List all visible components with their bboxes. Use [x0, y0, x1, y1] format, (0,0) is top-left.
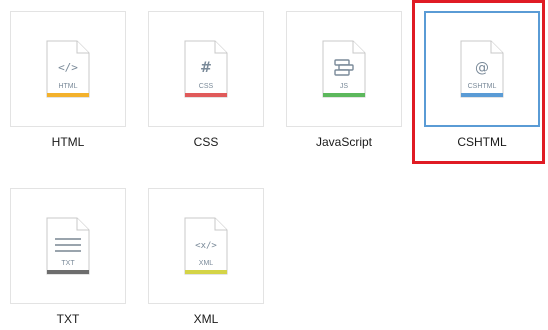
js-tag: JS [340, 83, 349, 90]
template-tile-frame-selected: @ CSHTML [424, 11, 540, 127]
css-glyph: # [200, 60, 212, 76]
js-stripe [323, 93, 365, 97]
template-label-javascript: JavaScript [315, 135, 373, 149]
template-tile-frame: JS [286, 11, 402, 127]
template-label-xml: XML [193, 312, 219, 326]
html-file-icon: </> HTML [46, 40, 90, 98]
txt-tag: TXT [61, 260, 75, 267]
cshtml-glyph: @ [475, 60, 489, 76]
html-stripe [47, 93, 89, 97]
template-label-txt: TXT [56, 312, 80, 326]
file-template-grid: </> HTML HTML # CSS CSS JS JavaScript @ … [0, 0, 548, 330]
txt-file-icon: TXT [46, 217, 90, 275]
template-tile-frame: TXT [10, 188, 126, 304]
txt-stripe [47, 270, 89, 274]
template-label-cshtml: CSHTML [457, 135, 507, 149]
html-tag: HTML [58, 83, 77, 90]
css-file-icon: # CSS [184, 40, 228, 98]
cshtml-file-icon: @ CSHTML [460, 40, 504, 98]
html-glyph: </> [58, 61, 78, 74]
css-stripe [185, 93, 227, 97]
xml-glyph: <x/> [195, 241, 217, 251]
xml-file-icon: <x/> XML [184, 217, 228, 275]
template-tile-cshtml[interactable]: @ CSHTML CSHTML [424, 11, 540, 149]
template-label-css: CSS [193, 135, 219, 149]
template-tile-frame: </> HTML [10, 11, 126, 127]
template-label-html: HTML [51, 135, 85, 149]
template-tile-html[interactable]: </> HTML HTML [10, 11, 126, 149]
template-tile-frame: # CSS [148, 11, 264, 127]
template-tile-xml[interactable]: <x/> XML XML [148, 188, 264, 326]
template-tile-txt[interactable]: TXT TXT [10, 188, 126, 326]
cshtml-tag: CSHTML [468, 83, 497, 90]
css-tag: CSS [199, 83, 214, 90]
template-tile-javascript[interactable]: JS JavaScript [286, 11, 402, 149]
template-tile-css[interactable]: # CSS CSS [148, 11, 264, 149]
xml-stripe [185, 270, 227, 274]
template-tile-frame: <x/> XML [148, 188, 264, 304]
js-file-icon: JS [322, 40, 366, 98]
xml-tag: XML [199, 260, 214, 267]
cshtml-stripe [461, 93, 503, 97]
